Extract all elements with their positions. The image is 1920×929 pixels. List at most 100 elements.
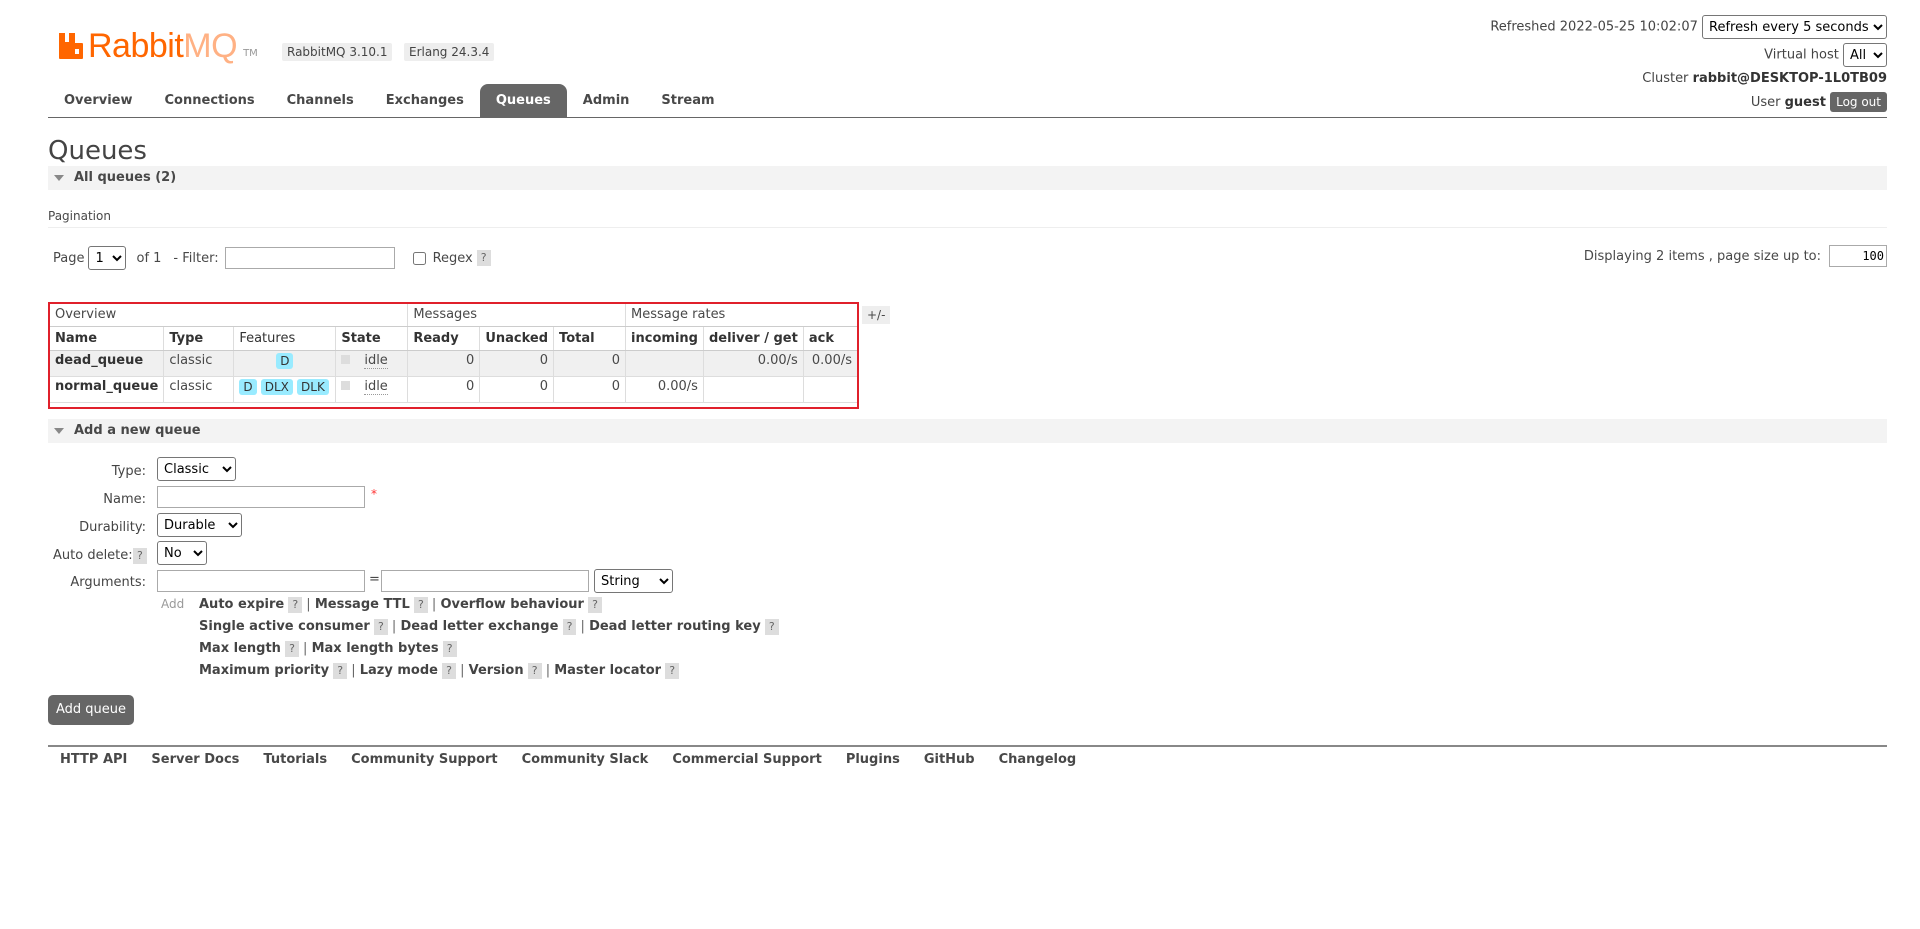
auto-delete-help-icon[interactable]: ? xyxy=(133,548,147,564)
auto-delete-label: Auto delete: xyxy=(53,548,133,563)
rabbitmq-logo-icon xyxy=(59,33,83,59)
page-select[interactable]: 1 xyxy=(88,246,127,270)
table-row[interactable]: normal_queue classic D DLX DLK idle 0 0 … xyxy=(50,376,857,403)
add-argument-label: Add xyxy=(161,597,185,611)
refreshed-timestamp: Refreshed 2022-05-25 10:02:07 xyxy=(1490,19,1698,35)
argument-key-input[interactable] xyxy=(157,570,365,592)
arg-dead-letter-exchange[interactable]: Dead letter exchange xyxy=(400,619,558,634)
help-icon[interactable]: ? xyxy=(527,663,542,679)
col-deliver-get[interactable]: deliver / get xyxy=(703,326,804,351)
help-icon[interactable]: ? xyxy=(413,597,428,613)
durability-label: Durability: xyxy=(79,520,146,535)
col-incoming[interactable]: incoming xyxy=(625,326,704,351)
queue-unacked: 0 xyxy=(479,376,555,403)
help-icon[interactable]: ? xyxy=(285,641,299,657)
displaying-label: Displaying 2 items , page size up to: xyxy=(1583,248,1821,264)
col-ack[interactable]: ack xyxy=(803,326,857,351)
col-unacked[interactable]: Unacked xyxy=(479,326,555,351)
footer-link-commercial-support[interactable]: Commercial Support xyxy=(660,752,834,767)
arg-auto-expire[interactable]: Auto expire xyxy=(199,597,284,612)
tab-overview[interactable]: Overview xyxy=(48,84,149,118)
queue-name-link[interactable]: dead_queue xyxy=(50,350,165,377)
group-overview: Overview xyxy=(50,304,409,327)
col-ready[interactable]: Ready xyxy=(407,326,481,351)
add-queue-button[interactable]: Add queue xyxy=(48,695,135,725)
durability-select[interactable]: Durable xyxy=(157,513,242,537)
queue-name-link[interactable]: normal_queue xyxy=(50,376,165,403)
help-icon[interactable]: ? xyxy=(373,619,388,635)
help-icon[interactable]: ? xyxy=(588,597,602,613)
refresh-area: Refreshed 2022-05-25 10:02:07 Refresh ev… xyxy=(1490,15,1887,39)
name-label: Name: xyxy=(103,492,146,507)
logo-trademark: TM xyxy=(243,47,258,59)
queue-ready: 0 xyxy=(407,350,481,377)
add-queue-section-header[interactable]: Add a new queue xyxy=(48,419,1887,443)
arg-single-active-consumer[interactable]: Single active consumer xyxy=(199,619,370,634)
regex-help-icon[interactable]: ? xyxy=(476,250,491,266)
footer-link-http-api[interactable]: HTTP API xyxy=(48,752,139,767)
footer-link-changelog[interactable]: Changelog xyxy=(987,752,1089,767)
help-icon[interactable]: ? xyxy=(764,619,779,635)
state-indicator-icon xyxy=(341,354,351,364)
help-icon[interactable]: ? xyxy=(333,663,348,679)
queue-incoming: 0.00/s xyxy=(625,376,704,403)
page-title: Queues xyxy=(48,136,147,166)
all-queues-section-header[interactable]: All queues (2) xyxy=(48,166,1887,190)
queue-type: classic xyxy=(163,350,235,377)
footer-link-server-docs[interactable]: Server Docs xyxy=(139,752,251,767)
arg-message-ttl[interactable]: Message TTL xyxy=(315,597,410,612)
rabbitmq-logo[interactable]: RabbitMQ TM xyxy=(58,26,258,66)
page-size-input[interactable] xyxy=(1829,245,1887,267)
footer-link-community-slack[interactable]: Community Slack xyxy=(510,752,661,767)
column-toggle-button[interactable]: +/- xyxy=(862,306,891,324)
help-icon[interactable]: ? xyxy=(288,597,303,613)
queue-type-select[interactable]: Classic xyxy=(157,457,236,481)
queue-name-input[interactable] xyxy=(157,486,365,508)
virtual-host-select[interactable]: All xyxy=(1843,43,1887,67)
arg-master-locator[interactable]: Master locator xyxy=(554,663,661,678)
footer-link-plugins[interactable]: Plugins xyxy=(834,752,912,767)
argument-type-select[interactable]: String xyxy=(594,569,673,593)
table-row[interactable]: dead_queue classic D idle 0 0 0 0.00/s 0… xyxy=(50,350,857,377)
group-messages: Messages xyxy=(407,304,627,327)
help-icon[interactable]: ? xyxy=(562,619,577,635)
arg-version[interactable]: Version xyxy=(469,663,524,678)
regex-checkbox[interactable] xyxy=(412,251,426,265)
arg-max-length-bytes[interactable]: Max length bytes xyxy=(312,641,439,656)
col-type[interactable]: Type xyxy=(163,326,235,351)
tab-connections[interactable]: Connections xyxy=(149,84,271,118)
queue-state: idle xyxy=(335,376,409,403)
page: RabbitMQ TM RabbitMQ 3.10.1 Erlang 24.3.… xyxy=(0,0,1920,929)
queue-unacked: 0 xyxy=(479,350,555,377)
footer-link-tutorials[interactable]: Tutorials xyxy=(251,752,339,767)
arg-lazy-mode[interactable]: Lazy mode xyxy=(360,663,438,678)
col-name[interactable]: Name xyxy=(50,326,165,351)
logout-button[interactable]: Log out xyxy=(1830,92,1887,112)
arg-maximum-priority[interactable]: Maximum priority xyxy=(199,663,329,678)
queue-deliver-get: 0.00/s xyxy=(703,350,804,377)
tab-exchanges[interactable]: Exchanges xyxy=(370,84,480,118)
arg-dead-letter-routing-key[interactable]: Dead letter routing key xyxy=(589,619,761,634)
argument-shortcuts-line-3: Max length ? | Max length bytes ? xyxy=(199,641,457,657)
tab-admin[interactable]: Admin xyxy=(567,84,646,118)
argument-value-input[interactable] xyxy=(381,570,589,592)
virtual-host-area: Virtual host All xyxy=(1764,43,1887,67)
refresh-interval-select[interactable]: Refresh every 5 seconds xyxy=(1702,15,1887,39)
col-total[interactable]: Total xyxy=(553,326,627,351)
queue-ready: 0 xyxy=(407,376,481,403)
rabbitmq-version-badge: RabbitMQ 3.10.1 xyxy=(282,43,393,61)
tab-queues[interactable]: Queues xyxy=(479,84,567,118)
footer-link-community-support[interactable]: Community Support xyxy=(339,752,510,767)
auto-delete-select[interactable]: No xyxy=(157,541,207,565)
tab-channels[interactable]: Channels xyxy=(271,84,370,118)
help-icon[interactable]: ? xyxy=(442,663,456,679)
arg-overflow-behaviour[interactable]: Overflow behaviour xyxy=(440,597,584,612)
help-icon[interactable]: ? xyxy=(442,641,457,657)
footer-link-github[interactable]: GitHub xyxy=(912,752,987,767)
arg-max-length[interactable]: Max length xyxy=(199,641,281,656)
nav-divider xyxy=(48,117,1887,118)
col-state[interactable]: State xyxy=(335,326,409,351)
help-icon[interactable]: ? xyxy=(665,663,680,679)
tab-stream[interactable]: Stream xyxy=(645,84,730,118)
filter-input[interactable] xyxy=(224,247,395,269)
